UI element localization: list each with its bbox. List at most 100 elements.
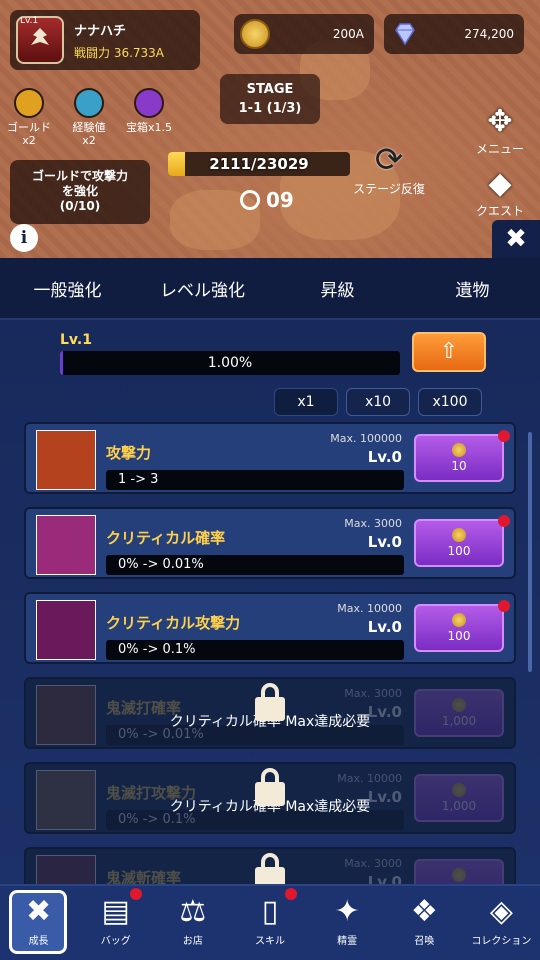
lock-icon (255, 683, 285, 721)
tab-promotion[interactable]: 昇級 (270, 258, 405, 318)
upgrade-title: クリティカル攻撃力 (106, 614, 241, 632)
buff-mult: x2 (82, 134, 96, 147)
buff-gold[interactable]: ゴールド x2 (4, 88, 54, 147)
notification-dot (498, 515, 510, 527)
buff-chest[interactable]: 宝箱x1.5 (124, 88, 174, 147)
diamond-icon (395, 23, 415, 46)
upgrade-max: Max. 100000 (330, 432, 402, 445)
quest-label: クエスト (475, 204, 524, 218)
tab-relics[interactable]: 遺物 (405, 258, 540, 318)
player-name: ナナハチ (74, 23, 127, 39)
collection-icon: ◈ (489, 894, 513, 929)
gold-coin-icon (452, 528, 466, 542)
upgrade-buy-button[interactable]: 10 (414, 434, 504, 482)
stage-title: STAGE (246, 82, 294, 97)
avatar: Lv.1 (16, 16, 64, 64)
upgrade-buy-button[interactable]: 100 (414, 519, 504, 567)
enhance-panel: 一般強化 レベル強化 昇級 遺物 Lv.1 1.00% ⇧ x1 x10 x10… (0, 258, 540, 919)
player-profile[interactable]: Lv.1 ナナハチ 戦闘力 36.733A (10, 10, 200, 70)
multiplier-x10[interactable]: x10 (346, 388, 410, 416)
level-up-button[interactable]: ⇧ (412, 332, 486, 372)
tab-general-enhance[interactable]: 一般強化 (0, 258, 135, 318)
nav-item[interactable]: ❖ 召喚 (386, 886, 463, 960)
stage-indicator: STAGE 1-1 (1/3) (220, 74, 320, 124)
nav-item[interactable]: ◈ コレクション (463, 886, 540, 960)
upgrade-skill-icon (36, 430, 96, 490)
upgrade-level: Lv.0 (367, 618, 402, 636)
gold-display[interactable]: 200A (234, 14, 374, 54)
goal-line: を強化 (61, 184, 98, 198)
quest-button[interactable]: ◆ クエスト (470, 166, 530, 219)
lock-overlay: クリティカル確率 Max達成必要 (26, 764, 514, 832)
upgrade-card: クリティカル攻撃力 Max. 10000 Lv.0 0% -> 0.1% 100 (24, 592, 516, 664)
buff-mult: x2 (22, 134, 36, 147)
multiplier-x1[interactable]: x1 (274, 388, 338, 416)
goal-line: ゴールドで攻撃力 (31, 169, 128, 183)
nav-item[interactable]: ✦ 精霊 (309, 886, 386, 960)
nav-label: 精霊 (337, 936, 358, 947)
upgrade-card: クリティカル確率 Max. 3000 Lv.0 0% -> 0.01% 100 (24, 507, 516, 579)
nav-label: お店 (182, 936, 203, 947)
hp-text: 2111/23029 (209, 155, 309, 173)
growth-icon: ✖ (26, 894, 52, 929)
tab-bar: 一般強化 レベル強化 昇級 遺物 (0, 258, 540, 320)
upgrade-cost: 100 (447, 629, 471, 643)
timer-value: 09 (266, 188, 294, 212)
nav-item[interactable]: ⚖ お店 (154, 886, 231, 960)
multiplier-x100[interactable]: x100 (418, 388, 482, 416)
player-level: Lv.1 (20, 16, 39, 26)
lock-icon (255, 768, 285, 806)
quest-goal[interactable]: ゴールドで攻撃力 を強化 (0/10) (10, 160, 150, 224)
gem-amount: 274,200 (464, 27, 514, 41)
shop-icon: ⚖ (179, 894, 207, 929)
upgrade-value: 0% -> 0.01% (106, 555, 404, 575)
gold-coin-icon (452, 443, 466, 457)
stage-repeat-button[interactable]: ⟳ ステージ反復 (334, 140, 444, 197)
menu-button[interactable]: ✥ メニュー (470, 104, 530, 157)
upgrade-cost: 100 (447, 544, 471, 558)
arrow-up-icon: ⇧ (439, 339, 459, 364)
level-label: Lv.1 (60, 332, 92, 348)
upgrade-card: 攻撃力 Max. 100000 Lv.0 1 -> 3 10 (24, 422, 516, 494)
notification-dot (498, 430, 510, 442)
game-scene: Lv.1 ナナハチ 戦闘力 36.733A 200A 274,200 STAGE… (0, 0, 540, 258)
stage-progress: 1-1 (1/3) (238, 101, 302, 116)
level-progress: Lv.1 1.00% (60, 332, 400, 375)
upgrade-card: 鬼滅打確率 Max. 3000 Lv.0 0% -> 0.01% 1,000 ク… (24, 677, 516, 749)
upgrade-value: 1 -> 3 (106, 470, 404, 490)
upgrade-title: 攻撃力 (106, 444, 152, 462)
upgrade-max: Max. 10000 (337, 602, 402, 615)
info-icon[interactable]: i (10, 224, 38, 252)
quest-icon: ◆ (488, 166, 512, 201)
upgrade-card: 鬼滅打攻撃力 Max. 10000 Lv.0 0% -> 0.1% 1,000 … (24, 762, 516, 834)
upgrade-level: Lv.0 (367, 533, 402, 551)
scrollbar[interactable] (528, 432, 532, 672)
gem-display[interactable]: 274,200 (384, 14, 524, 54)
tab-level-enhance[interactable]: レベル強化 (135, 258, 270, 318)
upgrade-list: 攻撃力 Max. 100000 Lv.0 1 -> 3 10 クリティカル確率 … (24, 422, 516, 932)
lock-overlay: クリティカル確率 Max達成必要 (26, 679, 514, 747)
gold-amount: 200A (332, 27, 364, 41)
nav-item[interactable]: ▯ スキル (231, 886, 308, 960)
buff-label: 宝箱x1.5 (125, 121, 172, 134)
close-icon[interactable]: ✖ (492, 220, 540, 258)
upgrade-title: クリティカル確率 (106, 529, 226, 547)
buff-label: ゴールド (7, 121, 51, 134)
upgrade-cost: 10 (451, 459, 467, 473)
chest-buff-icon (134, 88, 164, 118)
nav-label: バッグ (100, 936, 131, 947)
nav-item[interactable]: ✖ 成長 (0, 886, 77, 960)
buff-exp[interactable]: 経験値 x2 (64, 88, 114, 147)
menu-grid-icon: ✥ (487, 104, 513, 139)
combat-power: 戦闘力 36.733A (74, 45, 165, 60)
upgrade-buy-button[interactable]: 100 (414, 604, 504, 652)
repeat-icon: ⟳ (374, 140, 404, 180)
bag-icon: ▤ (101, 894, 130, 929)
upgrade-level: Lv.0 (367, 448, 402, 466)
buff-list: ゴールド x2 経験値 x2 宝箱x1.5 (4, 88, 174, 147)
upgrade-value: 0% -> 0.1% (106, 640, 404, 660)
upgrade-skill-icon (36, 515, 96, 575)
nav-item[interactable]: ▤ バッグ (77, 886, 154, 960)
eagle-emblem-icon (31, 28, 49, 45)
multiplier-group: x1 x10 x100 (274, 388, 482, 416)
